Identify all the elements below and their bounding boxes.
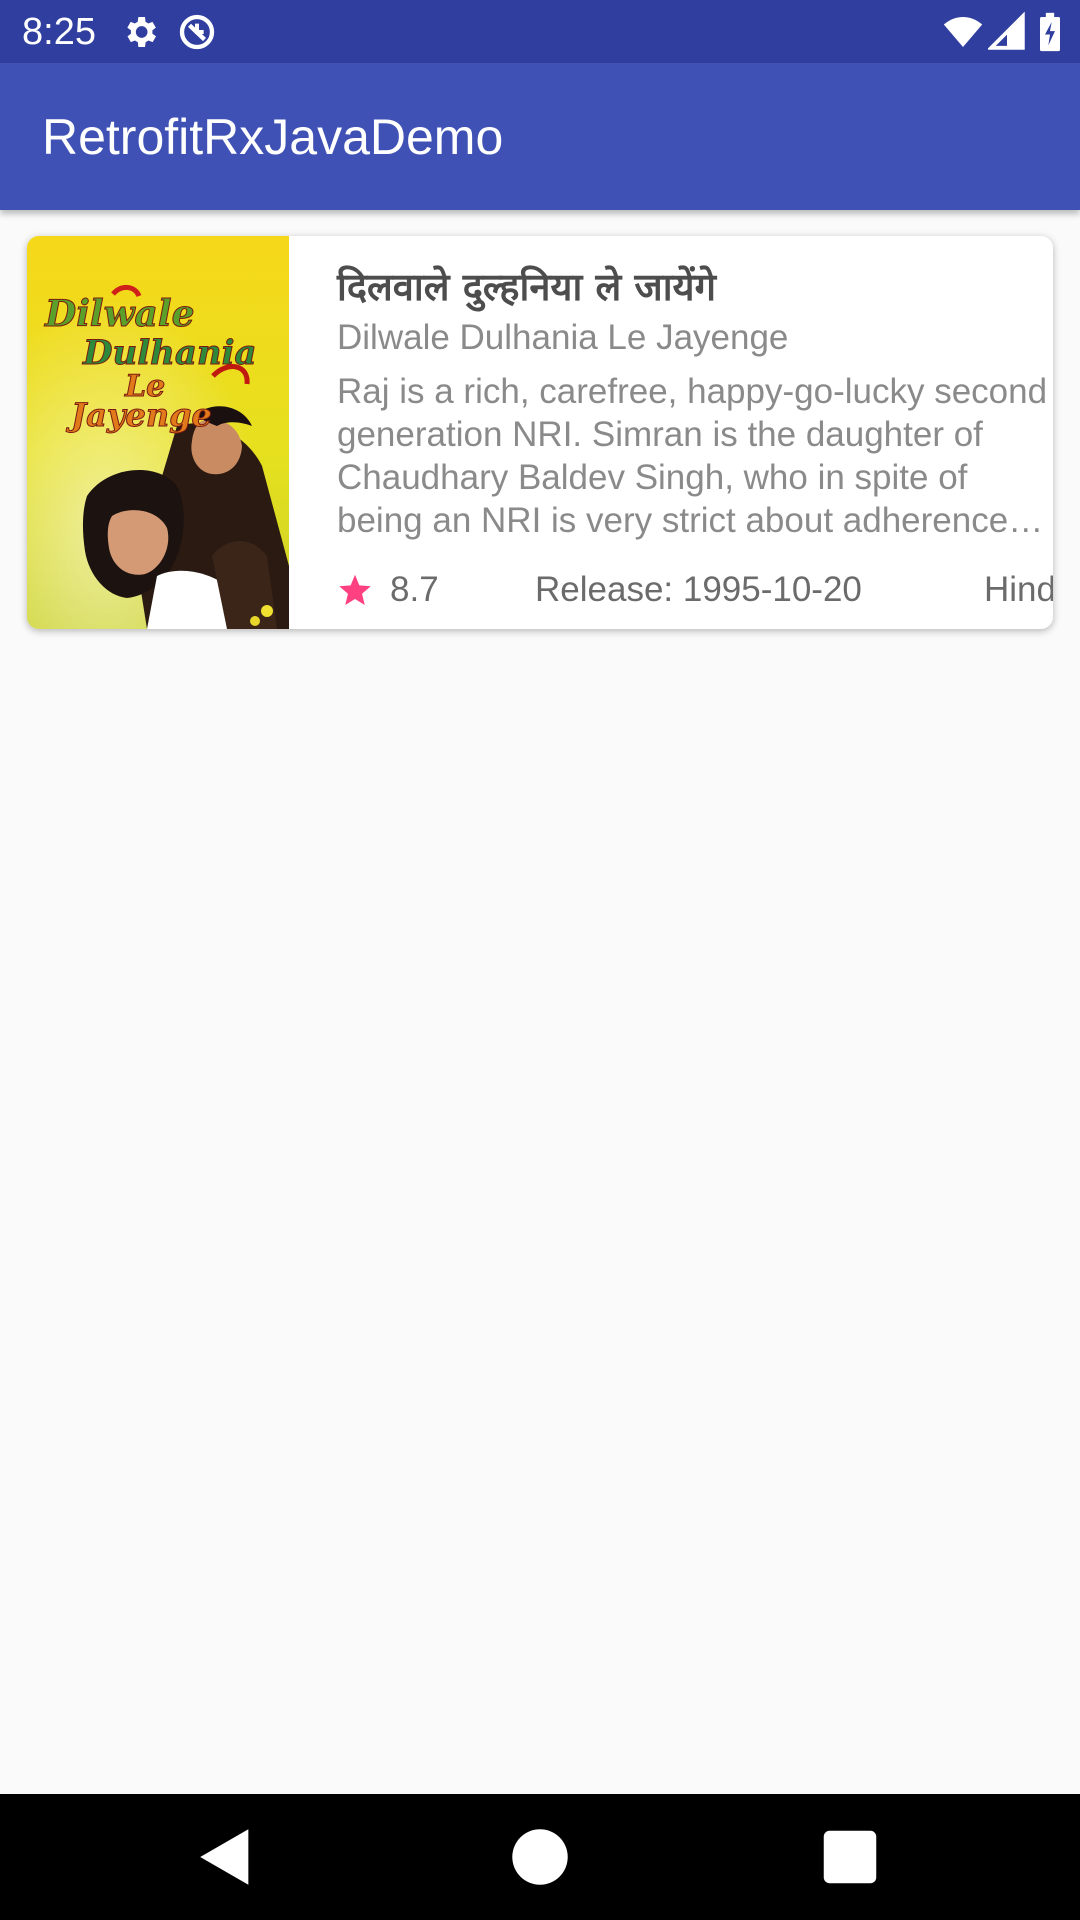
movie-card[interactable]: Dilwale Dulhania Le Jayenge दिलवाले दुल्… (27, 236, 1053, 629)
back-icon[interactable] (190, 1822, 260, 1892)
movie-details: दिलवाले दुल्हनिया ले जायेंगे Dilwale Dul… (310, 236, 1053, 629)
movie-rating: 8.7 (390, 570, 439, 609)
app-bar: RetrofitRxJavaDemo (0, 63, 1080, 210)
wifi-icon (943, 17, 983, 47)
star-icon (339, 574, 371, 605)
movie-original-title: Dilwale Dulhania Le Jayenge (337, 318, 789, 357)
movie-overview: Raj is a rich, carefree, happy-go-lucky … (337, 372, 1048, 540)
app-title: RetrofitRxJavaDemo (42, 109, 504, 165)
movie-language: Hindi (984, 570, 1053, 609)
sync-icon (179, 14, 215, 50)
recents-icon[interactable] (815, 1822, 885, 1892)
home-icon[interactable] (505, 1822, 575, 1892)
signal-icon (988, 12, 1025, 50)
movie-poster: Dilwale Dulhania Le Jayenge (27, 236, 289, 629)
svg-text:Dilwale: Dilwale (44, 293, 194, 335)
svg-text:Jayenge: Jayenge (65, 396, 212, 434)
battery-charging-icon (1040, 12, 1060, 52)
status-time: 8:25 (22, 11, 96, 53)
movie-title: दिलवाले दुल्हनिया ले जायेंगे (337, 265, 716, 309)
movie-meta-row: 8.7 Release: 1995-10-20 Hindi (337, 568, 1053, 618)
navigation-bar (0, 1794, 1080, 1920)
settings-icon (127, 17, 156, 47)
poster-image: Dilwale Dulhania Le Jayenge (27, 236, 289, 629)
movie-release-date: Release: 1995-10-20 (535, 570, 862, 609)
status-bar: 8:25 (0, 0, 1080, 63)
